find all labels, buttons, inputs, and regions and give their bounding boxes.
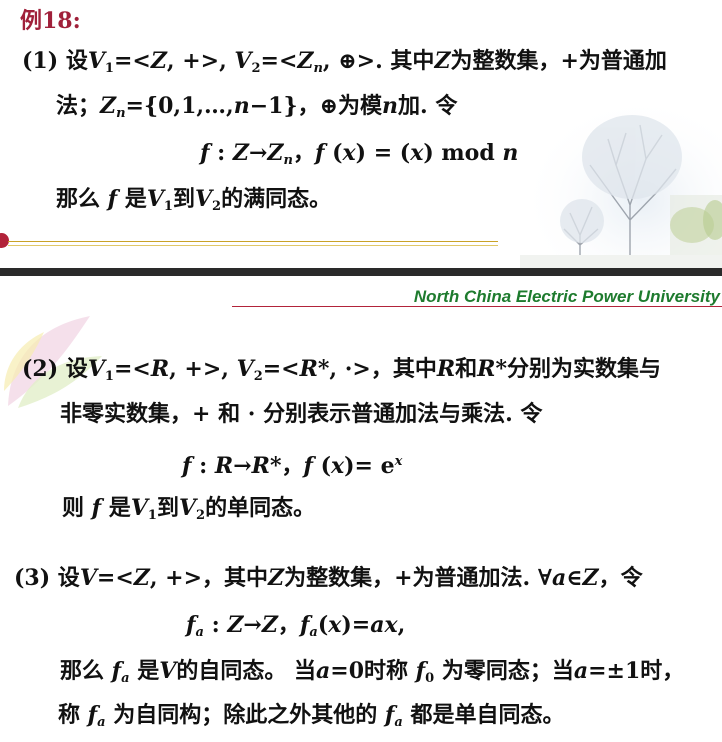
part1-number: (1) xyxy=(22,48,59,74)
part2-conclusion: 则 f 是V1到V2的单同态。 xyxy=(62,495,316,523)
university-name: North China Electric Power University xyxy=(413,287,720,306)
top-slide-rule xyxy=(8,241,498,242)
part2-number: (2) xyxy=(22,356,59,382)
university-rule xyxy=(232,306,722,307)
part3-line4: 称 fa 为自同构；除此之外其他的 fa 都是单自同态。 xyxy=(58,702,565,730)
slide-bottom: North China Electric Power University (2… xyxy=(0,276,722,742)
part1-line2: 法；Zn={0,1,…,n−1}，⊕为模n加. 令 xyxy=(56,93,458,121)
part3-formula: fa : Z→Z，fa(x)=ax, xyxy=(186,612,406,640)
part3-number: (3) xyxy=(14,565,51,591)
part1-line1: (1) 设V1=<Z, +>, V2=<Zn, ⊕>. 其中Z为整数集，+为普通… xyxy=(22,48,667,76)
slide-top: 例18: (1) 设V1=<Z, +>, V2=<Zn, ⊕>. 其中Z为整数集… xyxy=(0,0,722,270)
part3-line3: 那么 fa 是V的自同态。 当a=0时称 f0 为零同态；当a=±1时， xyxy=(60,658,685,686)
top-slide-rule-2 xyxy=(8,245,498,246)
part1-formula: f : Z→Zn，f (x) = (x) mod n xyxy=(200,140,519,168)
part2-line1: (2) 设V1=<R, +>, V2=<R*, ·>，其中R和R*分别为实数集与 xyxy=(22,356,661,384)
part2-line2: 非零实数集，+ 和 · 分别表示普通加法与乘法. 令 xyxy=(60,401,543,427)
winter-tree-image xyxy=(520,95,722,270)
part1-conclusion: 那么 f 是V1到V2的满同态。 xyxy=(56,186,332,214)
part2-formula: f : R→R*，f (x)= ex xyxy=(182,453,403,479)
part3-line1: (3) 设V=<Z, +>，其中Z为整数集，+为普通加法. ∀a∈Z，令 xyxy=(14,565,643,591)
example-title: 例18: xyxy=(20,8,81,34)
